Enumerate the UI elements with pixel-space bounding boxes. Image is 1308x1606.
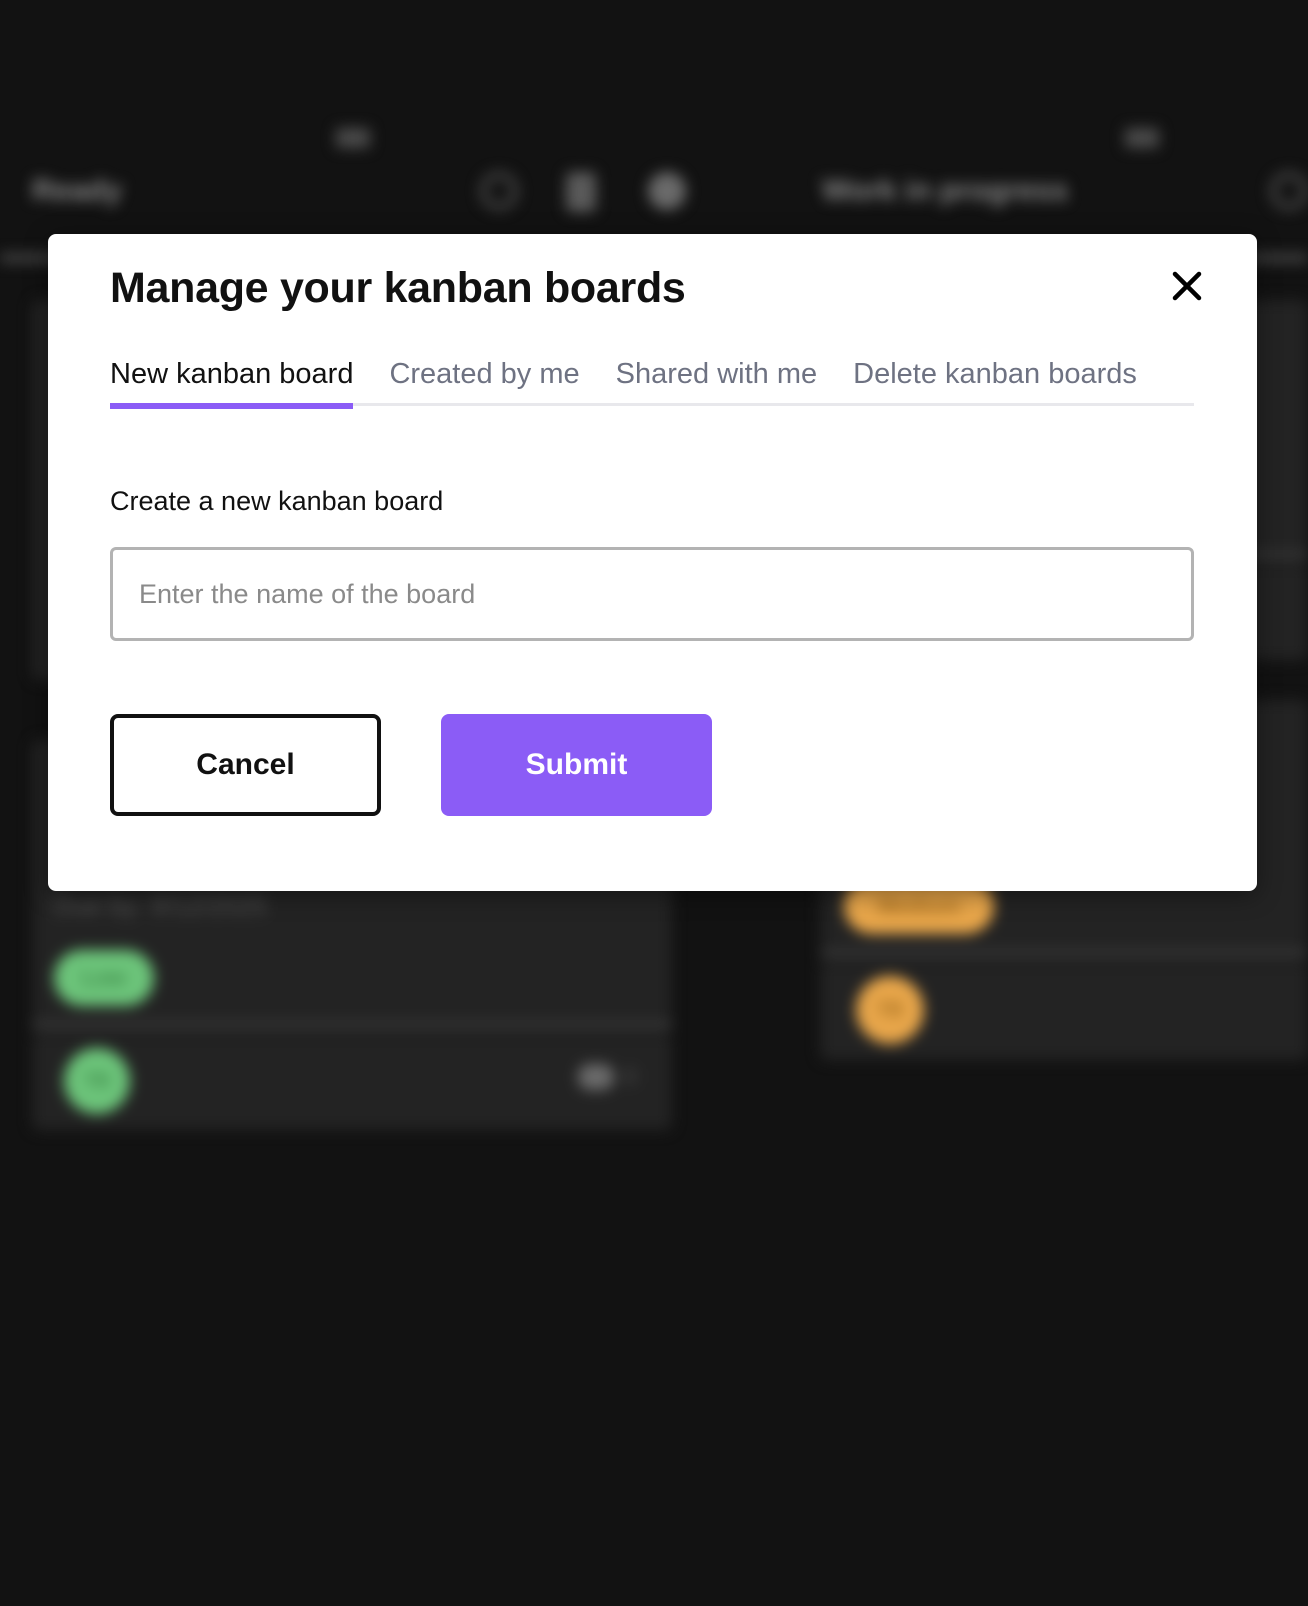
column-title-wip: Work in progress [822,174,1069,207]
manage-boards-modal: Manage your kanban boards New kanban boa… [48,234,1257,891]
comment-count: 0 [624,1064,637,1089]
priority-badge: Low [54,950,154,1006]
tab-created-by-me[interactable]: Created by me [389,352,579,406]
comment-icon [578,1064,614,1090]
close-button[interactable] [1169,268,1205,304]
modal-title: Manage your kanban boards [110,264,686,312]
avatar: TB [856,976,924,1044]
card-due-date: Due by: 9/12/2025 [54,890,267,920]
submit-button[interactable]: Submit [441,714,712,816]
tab-delete-kanban-boards[interactable]: Delete kanban boards [853,352,1137,406]
drag-handle-icon [336,128,370,148]
column-title-ready: Ready [32,174,123,207]
card-divider [820,950,1308,958]
close-icon [1172,271,1202,301]
card-footer: TB [820,962,1308,1060]
board-tabs: New kanban board Created by me Shared wi… [110,352,1194,409]
cancel-button[interactable]: Cancel [110,714,381,816]
tab-new-kanban-board[interactable]: New kanban board [110,352,354,409]
trash-icon [566,172,596,212]
info-icon [648,172,686,210]
card-divider [32,1022,672,1030]
card-footer: TB 0 [32,1034,672,1130]
refresh-icon [1270,172,1308,210]
drag-handle-icon [1125,128,1159,148]
board-name-input[interactable] [110,547,1194,641]
avatar: TB [64,1048,130,1114]
section-label: Create a new kanban board [110,486,444,516]
tab-shared-with-me[interactable]: Shared with me [616,352,818,406]
refresh-icon [480,172,518,210]
